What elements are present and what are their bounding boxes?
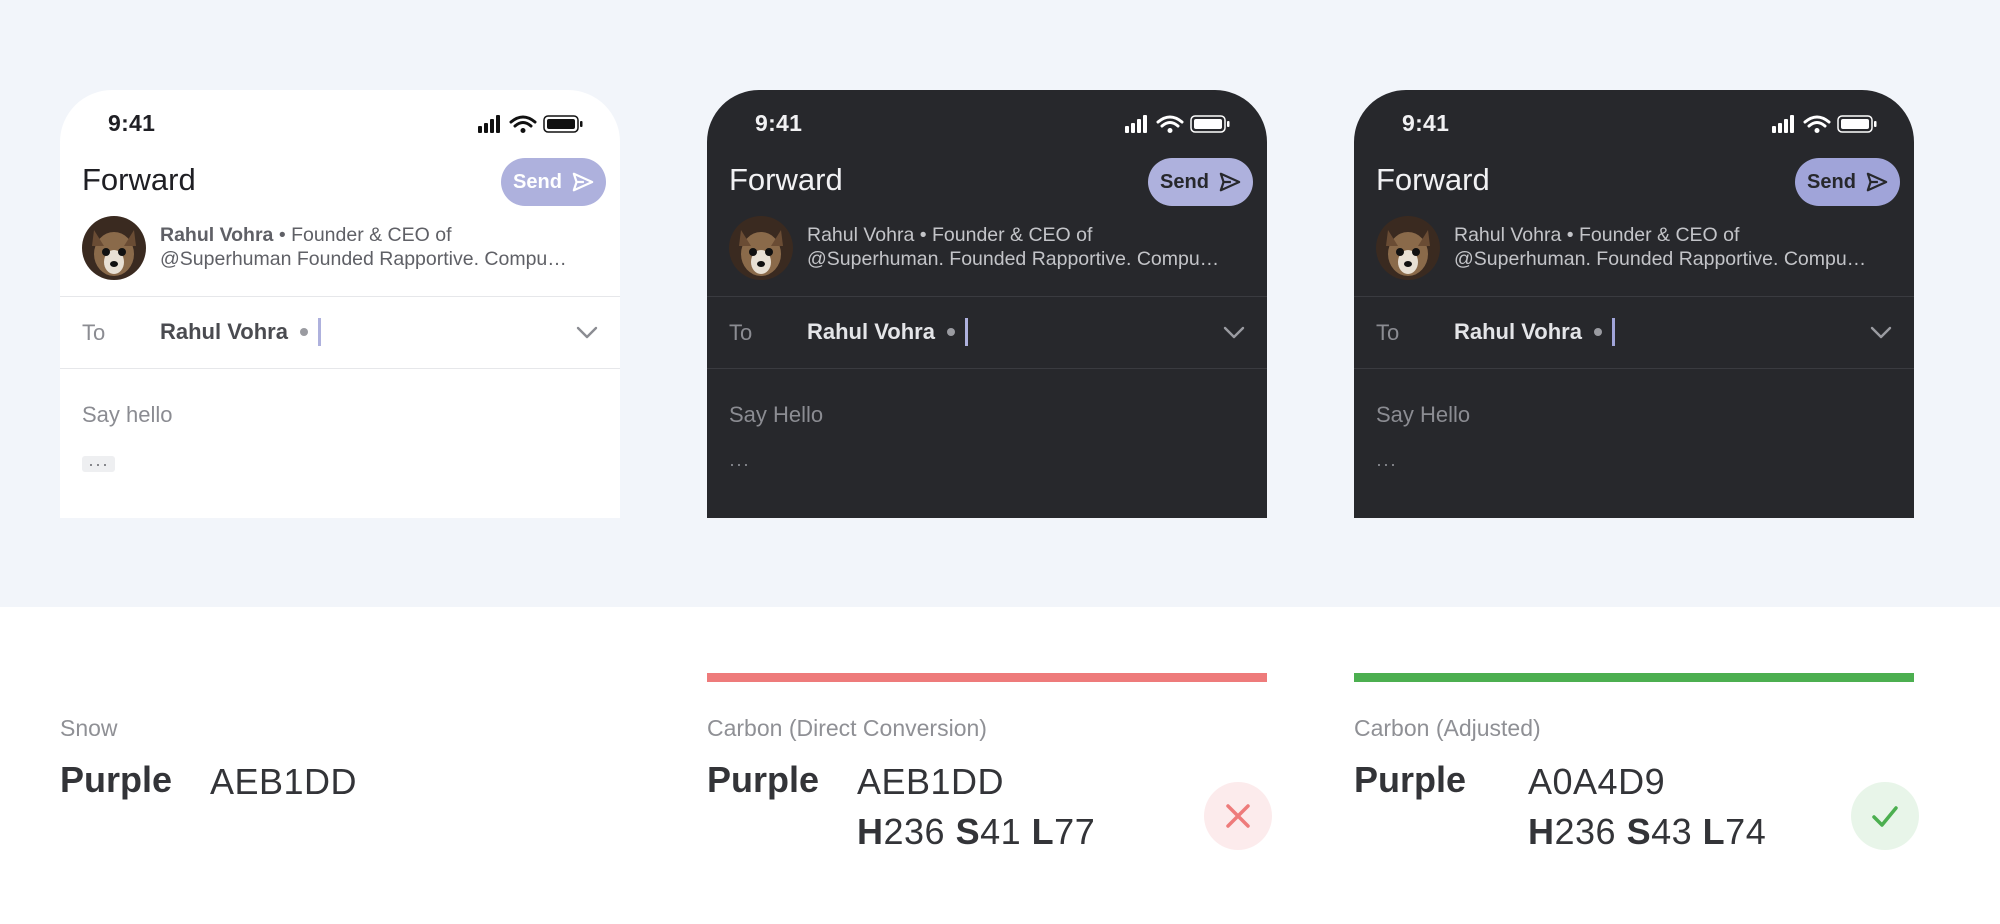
avatar (729, 216, 793, 280)
chevron-down-icon[interactable] (1223, 326, 1245, 340)
send-arrow-icon (1866, 172, 1888, 192)
color-name: Purple (707, 759, 820, 800)
hex-value: AEB1DD (857, 761, 1005, 802)
divider (1354, 368, 1914, 369)
avatar (1376, 216, 1440, 280)
message-body-input[interactable]: Say Hello (729, 402, 823, 428)
divider (60, 296, 620, 297)
to-field[interactable]: Rahul Vohra (160, 318, 321, 346)
bio-line-1: • Founder & CEO of (278, 224, 452, 246)
pass-indicator-bar (1354, 673, 1914, 682)
swatch-caption-carbon-adjusted: Carbon (Adjusted) (1354, 715, 1541, 741)
text-cursor (1611, 318, 1615, 346)
recipient-chip[interactable]: Rahul Vohra (160, 319, 288, 345)
send-button[interactable]: Send (501, 158, 606, 206)
text-cursor (317, 318, 321, 346)
recipient-chip[interactable]: Rahul Vohra (1454, 319, 1582, 345)
status-bar: 9:41 (1354, 90, 1914, 150)
page-title: Forward (729, 162, 843, 197)
send-arrow-icon (572, 172, 594, 192)
chevron-down-icon[interactable] (1870, 326, 1892, 340)
sender-name: Rahul Vohra (1454, 224, 1562, 246)
status-icons (478, 115, 583, 133)
sender-bio: Rahul Vohra • Founder & CEO of @Superhum… (1454, 223, 1894, 271)
sender-name: Rahul Vohra (160, 224, 274, 246)
send-label: Send (513, 170, 562, 193)
fail-badge (1204, 782, 1272, 850)
to-label: To (1376, 320, 1400, 345)
status-time: 9:41 (1402, 110, 1450, 136)
status-bar: 9:41 (60, 90, 620, 150)
color-name: Purple (60, 759, 173, 800)
hsl-value: H236 S41 L77 (857, 811, 1096, 852)
status-time: 9:41 (755, 110, 803, 136)
signal-icon (478, 115, 500, 133)
bio-line-2: @Superhuman. Founded Rapportive. Compu… (807, 248, 1220, 270)
color-name: Purple (1354, 759, 1467, 800)
send-button[interactable]: Send (1148, 158, 1253, 206)
phone-carbon-direct: 9:41 Forward Send Rahul Vohra • Founder … (707, 90, 1267, 518)
status-icons (1772, 115, 1877, 133)
phone-carbon-adjusted: 9:41 Forward Send Rahul Vohra • Founder … (1354, 90, 1914, 518)
avatar (82, 216, 146, 280)
status-time: 9:41 (108, 110, 156, 136)
to-label: To (729, 320, 753, 345)
bio-line-2: @Superhuman Founded Rapportive. Compu… (160, 248, 567, 270)
hex-value: AEB1DD (210, 761, 358, 802)
message-body-input[interactable]: Say hello (82, 402, 173, 428)
recipient-chip[interactable]: Rahul Vohra (807, 319, 935, 345)
sender-name: Rahul Vohra (807, 224, 915, 246)
divider (707, 296, 1267, 297)
recipient-dot (299, 328, 308, 336)
signal-icon (1772, 115, 1794, 133)
bio-line-1: • Founder & CEO of (919, 224, 1093, 246)
divider (1354, 296, 1914, 297)
status-icons (1125, 115, 1230, 133)
pass-badge (1851, 782, 1919, 850)
hsl-value: H236 S43 L74 (1528, 811, 1767, 852)
swatch-caption-snow: Snow (60, 715, 118, 741)
close-icon (1226, 804, 1250, 828)
fail-indicator-bar (707, 673, 1267, 682)
message-body-input[interactable]: Say Hello (1376, 402, 1470, 428)
show-quoted-button[interactable]: ··· (723, 455, 756, 473)
recipient-dot (1593, 328, 1602, 336)
show-quoted-button[interactable]: ··· (82, 455, 115, 473)
send-label: Send (1160, 170, 1209, 193)
divider (60, 368, 620, 369)
check-icon (1872, 806, 1898, 827)
hex-value: A0A4D9 (1528, 761, 1666, 802)
wifi-icon (1156, 115, 1184, 128)
show-quoted-button[interactable]: ··· (1370, 455, 1403, 473)
text-cursor (964, 318, 968, 346)
battery-icon (1837, 115, 1877, 133)
chevron-down-icon[interactable] (576, 326, 598, 340)
to-label: To (82, 320, 106, 345)
status-bar: 9:41 (707, 90, 1267, 150)
signal-icon (1125, 115, 1147, 133)
bio-line-1: • Founder & CEO of (1566, 224, 1740, 246)
sender-bio: Rahul Vohra • Founder & CEO of @Superhum… (160, 223, 600, 271)
wifi-icon (1803, 115, 1831, 128)
battery-icon (1190, 115, 1230, 133)
to-field[interactable]: Rahul Vohra (807, 318, 968, 346)
send-label: Send (1807, 170, 1856, 193)
page-title: Forward (82, 162, 196, 197)
send-arrow-icon (1219, 172, 1241, 192)
phone-snow: 9:41 Forward Send Rahul Vohra • Founder … (60, 90, 620, 518)
sender-bio: Rahul Vohra • Founder & CEO of @Superhum… (807, 223, 1247, 271)
to-field[interactable]: Rahul Vohra (1454, 318, 1615, 346)
battery-icon (543, 115, 583, 133)
divider (707, 368, 1267, 369)
page-title: Forward (1376, 162, 1490, 197)
recipient-dot (946, 328, 955, 336)
send-button[interactable]: Send (1795, 158, 1900, 206)
swatch-caption-carbon-direct: Carbon (Direct Conversion) (707, 715, 987, 741)
bio-line-2: @Superhuman. Founded Rapportive. Compu… (1454, 248, 1867, 270)
wifi-icon (509, 115, 537, 128)
